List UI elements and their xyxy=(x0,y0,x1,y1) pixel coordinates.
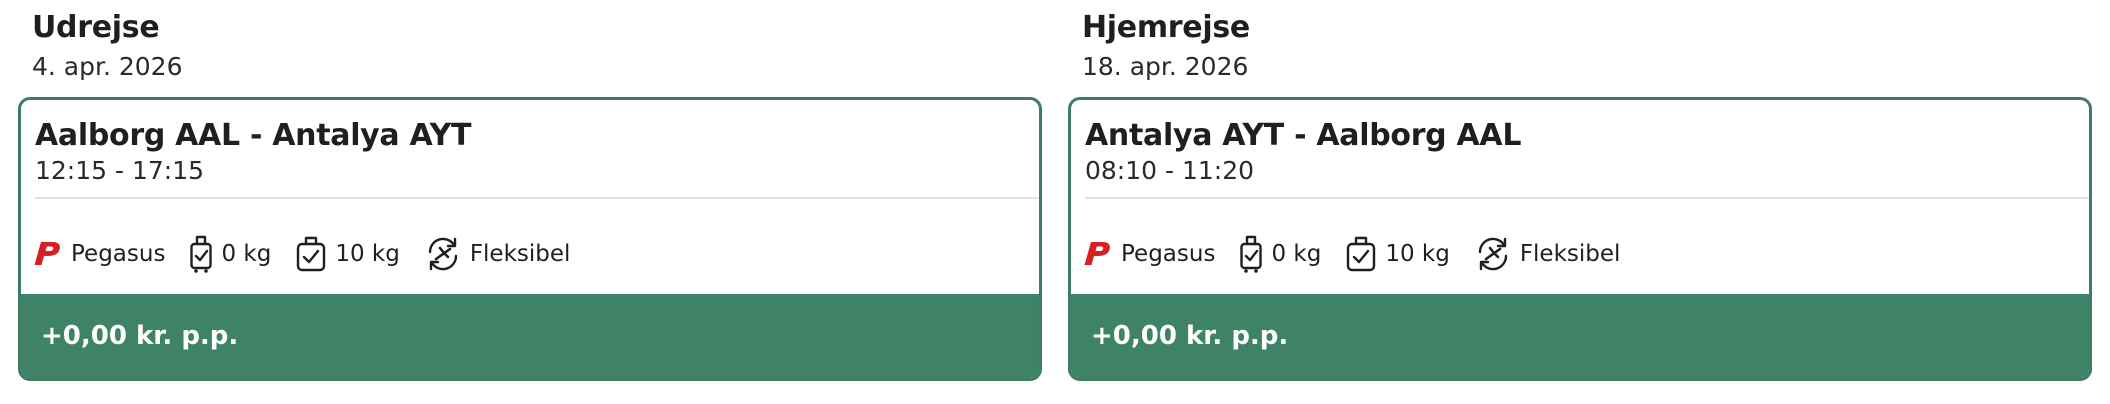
return-fare-type: Fleksibel xyxy=(1474,235,1621,273)
return-divider xyxy=(1085,197,2089,199)
return-airline-name: Pegasus xyxy=(1121,241,1216,267)
return-checked-weight: 10 kg xyxy=(1385,241,1450,267)
return-carry-on: 0 kg xyxy=(1239,234,1321,274)
outbound-divider xyxy=(35,197,1039,199)
pegasus-logo-icon xyxy=(33,241,61,267)
outbound-checked-weight: 10 kg xyxy=(335,241,400,267)
flexible-ticket-icon xyxy=(1474,235,1512,273)
carry-on-bag-check-icon xyxy=(1239,234,1263,274)
flight-selection: Udrejse 4. apr. 2026 Aalborg AAL - Antal… xyxy=(0,0,2110,404)
return-price: +0,00 kr. p.p. xyxy=(1091,321,1289,351)
outbound-flight-card[interactable]: Aalborg AAL - Antalya AYT 12:15 - 17:15 … xyxy=(18,97,1042,381)
checked-bag-check-icon xyxy=(295,235,327,273)
flexible-ticket-icon xyxy=(424,235,462,273)
return-features: Pegasus 0 kg 10 kg Fleksibel xyxy=(1083,230,1620,278)
return-airline: Pegasus xyxy=(1083,241,1215,267)
return-flight-card[interactable]: Antalya AYT - Aalborg AAL 08:10 - 11:20 … xyxy=(1068,97,2092,381)
outbound-checked-bag: 10 kg xyxy=(295,235,400,273)
outbound-airline: Pegasus xyxy=(33,241,165,267)
return-price-bar: +0,00 kr. p.p. xyxy=(1071,294,2089,378)
outbound-price: +0,00 kr. p.p. xyxy=(41,321,239,351)
outbound-heading: Udrejse xyxy=(32,10,160,45)
outbound-times: 12:15 - 17:15 xyxy=(35,156,205,185)
outbound-fare-type: Fleksibel xyxy=(424,235,571,273)
checked-bag-check-icon xyxy=(1345,235,1377,273)
carry-on-bag-check-icon xyxy=(189,234,213,274)
return-checked-bag: 10 kg xyxy=(1345,235,1450,273)
outbound-carry-on: 0 kg xyxy=(189,234,271,274)
return-carry-on-weight: 0 kg xyxy=(1271,241,1322,267)
return-times: 08:10 - 11:20 xyxy=(1085,156,1255,185)
return-route: Antalya AYT - Aalborg AAL xyxy=(1085,118,1522,153)
outbound-route: Aalborg AAL - Antalya AYT xyxy=(35,118,472,153)
outbound-carry-on-weight: 0 kg xyxy=(221,241,272,267)
return-date: 18. apr. 2026 xyxy=(1082,52,1249,81)
outbound-price-bar: +0,00 kr. p.p. xyxy=(21,294,1039,378)
pegasus-logo-icon xyxy=(1083,241,1111,267)
outbound-date: 4. apr. 2026 xyxy=(32,52,183,81)
return-fare-name: Fleksibel xyxy=(1519,241,1621,267)
outbound-fare-name: Fleksibel xyxy=(469,241,571,267)
return-heading: Hjemrejse xyxy=(1082,10,1250,45)
outbound-airline-name: Pegasus xyxy=(71,241,166,267)
outbound-features: Pegasus 0 kg 10 kg Fleksibel xyxy=(33,230,570,278)
